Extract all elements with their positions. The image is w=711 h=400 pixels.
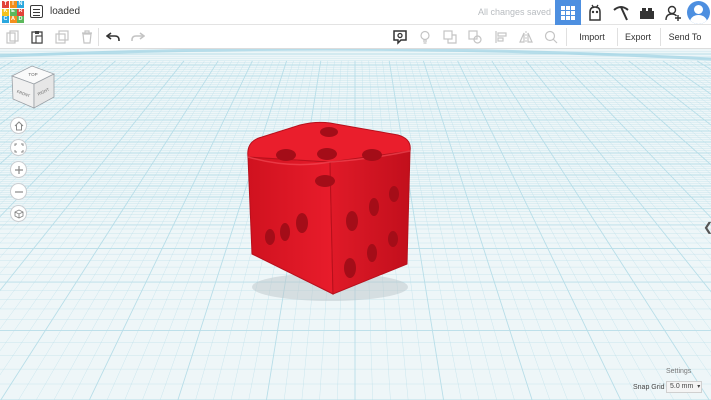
bricks-view-button[interactable] [634, 0, 660, 25]
edit-toolbar: Import Export Send To [0, 25, 711, 49]
home-view-button[interactable] [10, 117, 27, 134]
design-name[interactable]: loaded [50, 6, 80, 17]
view-cube[interactable]: TOP FRONT RIGHT [10, 64, 56, 110]
logo-letter: N [17, 0, 24, 8]
3d-design-view-button[interactable] [555, 0, 581, 25]
user-avatar-icon[interactable] [687, 1, 710, 24]
delete-icon[interactable] [79, 29, 95, 45]
paste-icon[interactable] [29, 29, 45, 45]
tinkercad-logo[interactable]: TINKERCAD [2, 1, 24, 23]
logo-letter: E [9, 8, 17, 16]
notes-icon[interactable] [392, 29, 408, 45]
tinkercad-editor: TINKERCAD loaded All changes saved Impor… [0, 0, 711, 400]
zoom-out-icon [14, 190, 23, 193]
top-header: TINKERCAD loaded All changes saved [0, 0, 711, 25]
snap-grid-value: 5.0 mm [670, 383, 694, 390]
zoom-in-icon [14, 165, 23, 174]
toolbar-divider [617, 28, 618, 46]
cruise-icon[interactable] [543, 29, 559, 45]
ungroup-icon[interactable] [467, 29, 483, 45]
codeblocks-view-button[interactable] [608, 0, 634, 25]
fit-view-icon [14, 143, 23, 152]
grid-view-icon [561, 5, 575, 20]
view-cube-top-label[interactable]: TOP [28, 72, 37, 77]
zoom-in-button[interactable] [10, 161, 27, 178]
blocks-view-button[interactable] [582, 0, 608, 25]
snap-grid-select[interactable]: 5.0 mm ▾ [666, 381, 702, 393]
copy-icon[interactable] [5, 29, 21, 45]
light-icon[interactable] [417, 29, 433, 45]
logo-letter: T [2, 0, 9, 8]
pickaxe-icon [613, 5, 629, 20]
snap-grid-label: Snap Grid [633, 384, 665, 391]
ortho-icon [14, 208, 23, 219]
logo-letter: A [9, 15, 17, 23]
workplane[interactable] [0, 49, 711, 400]
design-list-icon[interactable] [30, 5, 43, 18]
add-user-button[interactable] [660, 0, 686, 25]
logo-letter: C [2, 15, 9, 23]
fit-view-button[interactable] [10, 139, 27, 156]
duplicate-icon[interactable] [54, 29, 70, 45]
toolbar-divider [98, 28, 99, 46]
chevron-down-icon: ▾ [697, 384, 701, 390]
redo-icon[interactable] [130, 29, 146, 45]
import-button[interactable]: Import [570, 28, 614, 46]
export-button[interactable]: Export [620, 28, 656, 46]
settings-link[interactable]: Settings [666, 368, 691, 375]
workplane-grid[interactable] [0, 49, 711, 400]
collapse-panel-icon[interactable]: ❮ [703, 220, 711, 234]
ortho-view-button[interactable] [10, 205, 27, 222]
logo-letter: I [9, 1, 17, 8]
toolbar-divider [566, 28, 567, 46]
blocks-icon [589, 4, 601, 21]
logo-letter: K [2, 8, 9, 16]
bricks-icon [640, 7, 654, 19]
logo-letter: R [17, 8, 24, 16]
toolbar-divider [660, 28, 661, 46]
zoom-out-button[interactable] [10, 183, 27, 200]
add-user-icon [665, 5, 681, 21]
undo-icon[interactable] [105, 29, 121, 45]
mirror-icon[interactable] [518, 29, 534, 45]
logo-letter: D [17, 15, 24, 23]
home-icon [14, 120, 23, 130]
send-to-button[interactable]: Send To [664, 28, 706, 46]
align-icon[interactable] [493, 29, 509, 45]
group-icon[interactable] [442, 29, 458, 45]
save-status: All changes saved [478, 7, 552, 17]
